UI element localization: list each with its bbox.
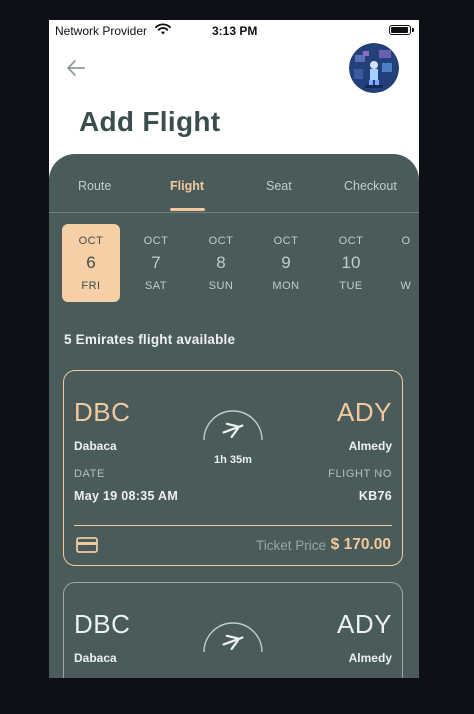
date-month: OCT [273,235,299,247]
date-item-oct-10[interactable]: OCT 10 TUE [322,224,380,302]
date-day: 10 [341,253,361,272]
date-month: OCT [78,235,104,247]
date-day: 9 [281,253,291,272]
back-button[interactable] [65,58,87,78]
clock-time: 3:13 PM [212,24,258,38]
wifi-icon [155,23,171,38]
date-day: 6 [86,253,96,272]
flight-duration: 1h 35m [214,454,252,466]
step-tabs: Route Flight Seat Checkout [49,154,419,213]
active-tab-indicator [170,208,205,211]
booking-panel: Route Flight Seat Checkout OCT 6 FRI OCT… [49,154,419,678]
tab-seat[interactable]: Seat [266,179,292,193]
flight-no-label: FLIGHT NO [328,468,392,480]
credit-card-icon [76,536,98,559]
date-item-oct-8[interactable]: OCT 8 SUN [192,224,250,302]
date-item-oct-6[interactable]: OCT 6 FRI [62,224,120,302]
date-weekday: TUE [339,280,363,292]
date-weekday: FRI [81,280,101,292]
battery-icon [389,25,414,35]
carrier-label: Network Provider [55,24,148,38]
destination-city: Almedy [348,651,392,665]
flight-number: KB76 [358,489,392,503]
ticket-price-label: Ticket Price [255,538,326,553]
avatar[interactable] [349,43,399,93]
date-weekday: SAT [144,280,168,292]
ticket-price: $ 170.00 [330,536,391,553]
date-month: O [401,235,411,247]
date-weekday: SUN [208,280,234,292]
date-weekday: W [400,280,412,292]
departure-date: May 19 08:35 AM [74,489,179,503]
date-month: OCT [338,235,364,247]
destination-code: ADY [337,609,392,639]
date-item-partial[interactable]: O W [377,224,419,302]
plane-icon [202,407,264,446]
date-day: 7 [151,253,161,272]
origin-city: Dabaca [74,651,117,665]
date-item-oct-7[interactable]: OCT 7 SAT [127,224,185,302]
date-item-oct-9[interactable]: OCT 9 MON [257,224,315,302]
tab-checkout[interactable]: Checkout [344,179,397,193]
date-month: OCT [208,235,234,247]
date-selector: OCT 6 FRI OCT 7 SAT OCT 8 SUN OCT 9 MON … [49,224,419,304]
origin-city: Dabaca [74,439,117,453]
card-divider [74,525,392,526]
plane-icon [202,619,264,658]
destination-code: ADY [337,397,392,427]
tab-route[interactable]: Route [78,179,111,193]
flight-card[interactable]: DBC ADY Dabaca Almedy 1h 35m DATE FLIGHT… [63,370,403,566]
available-flights-count: 5 Emirates flight available [64,332,236,347]
tab-flight[interactable]: Flight [170,179,204,193]
status-bar: Network Provider 3:13 PM [49,20,419,42]
date-month: OCT [143,235,169,247]
page-title: Add Flight [79,106,221,137]
phone-screen: Network Provider 3:13 PM Add Flight Rout… [49,20,419,678]
destination-city: Almedy [348,439,392,453]
origin-code: DBC [74,397,131,427]
origin-code: DBC [74,609,131,639]
flight-card[interactable]: DBC ADY Dabaca Almedy [63,582,403,678]
date-label: DATE [74,468,105,480]
date-day: 8 [216,253,226,272]
date-weekday: MON [272,280,300,292]
arrow-left-icon [67,60,85,76]
